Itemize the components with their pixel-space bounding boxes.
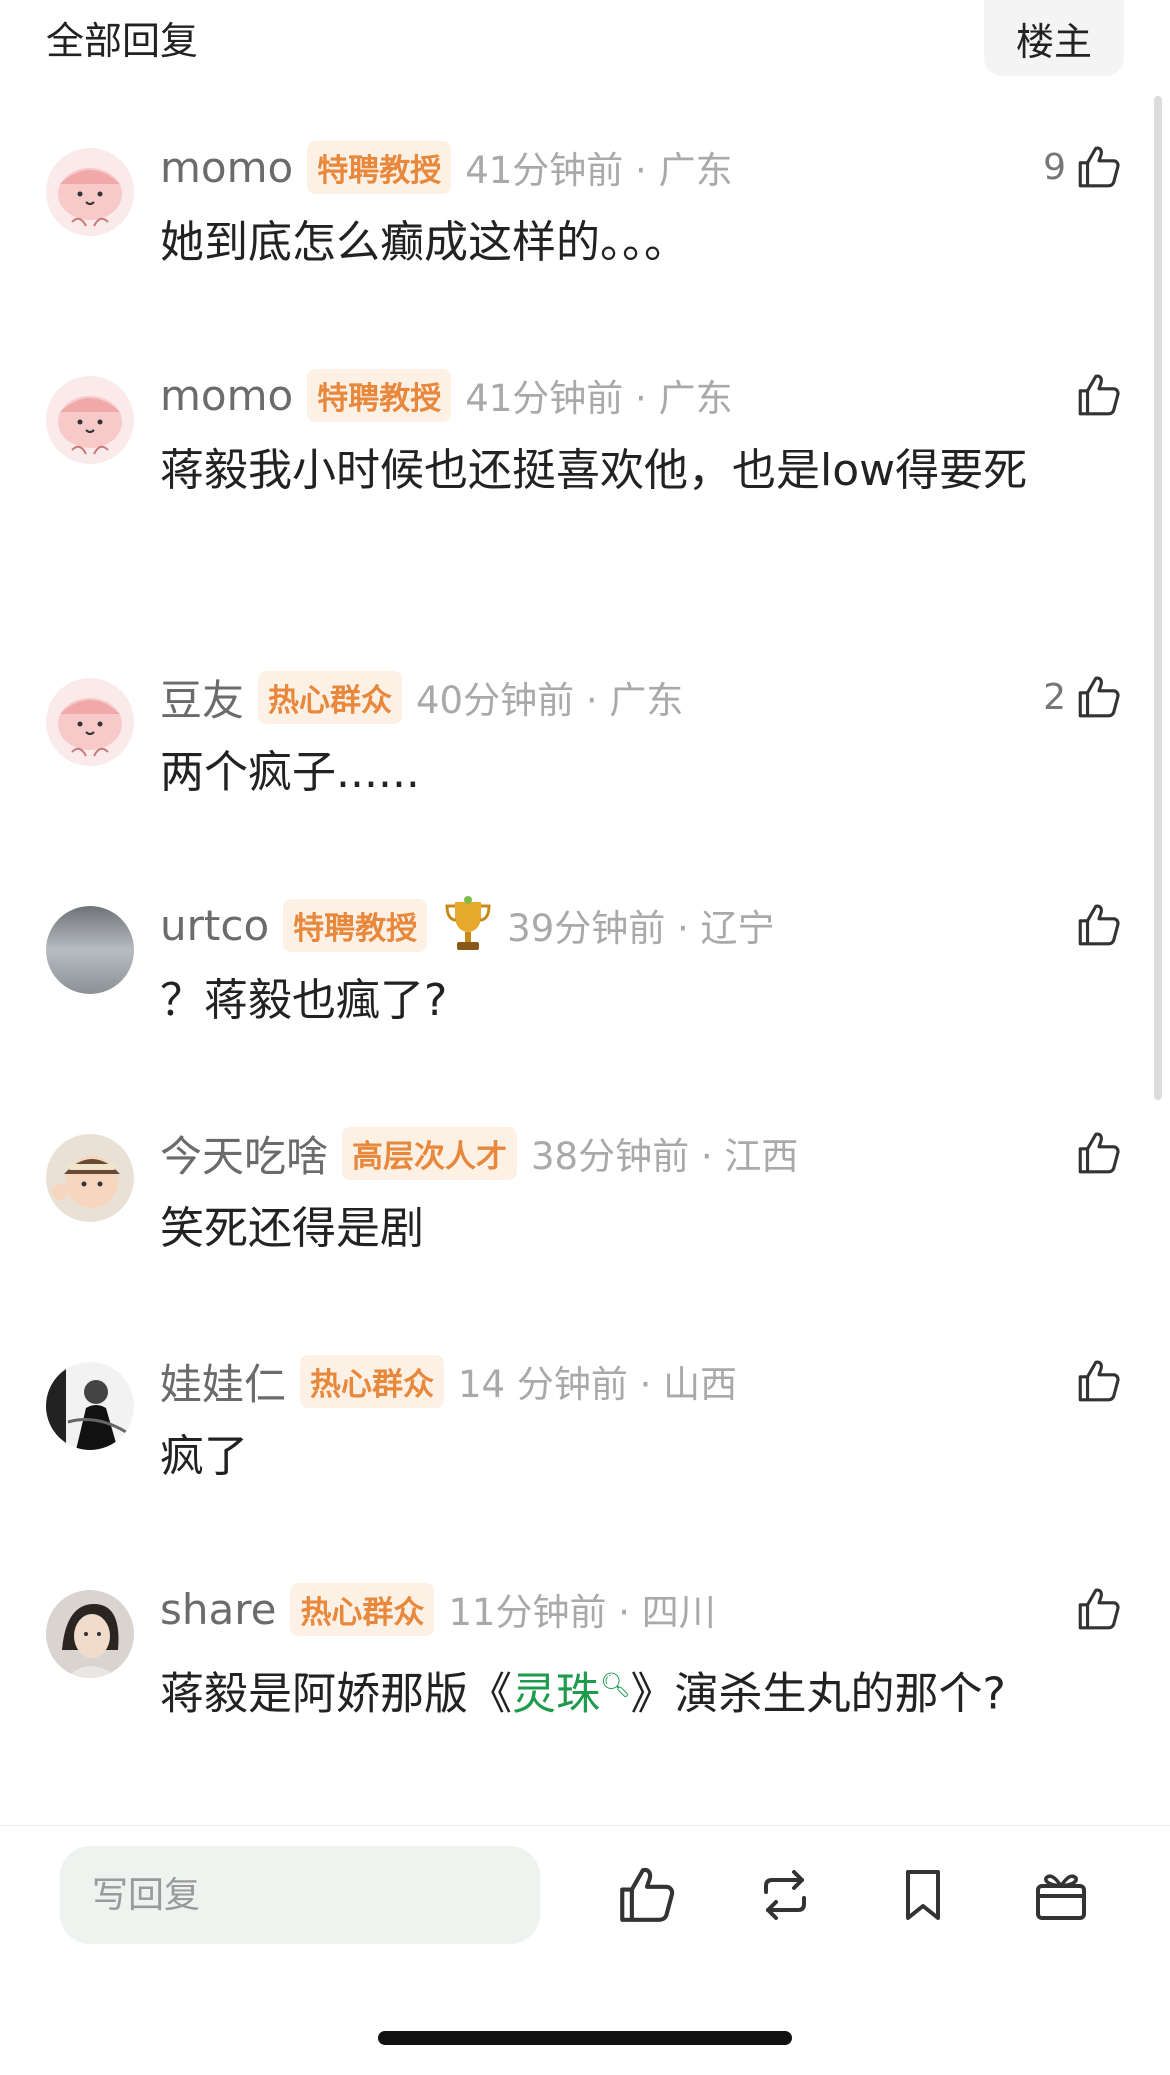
timestamp-location: 40分钟前 · 广东 [416,679,684,722]
comment-meta: momo 特聘教授 41分钟前 · 广东 [160,140,733,194]
username[interactable]: 豆友 [160,667,244,728]
comment-text: ？蒋毅也瘋了? [160,975,448,1026]
comment-text: 蒋毅是阿娇那版《灵珠🔍︎》演杀生丸的那个? [160,1650,1090,1730]
bottom-action-bar [0,1825,1170,2075]
comment-item: share 热心群众 11分钟前 · 四川 蒋毅是阿娇那版《灵珠🔍︎》演杀生丸的… [0,1582,1170,1810]
avatar[interactable] [46,148,134,236]
user-badge: 热心群众 [258,670,403,724]
comment-meta: urtco 特聘教授 39分钟前 · 辽宁 [160,896,775,952]
like-area[interactable] [1066,1582,1124,1636]
timestamp-location: 39分钟前 · 辽宁 [507,907,775,950]
like-area[interactable] [1066,368,1124,422]
home-indicator[interactable] [378,2031,792,2045]
avatar[interactable] [46,678,134,766]
comment-item: urtco 特聘教授 39分钟前 · 辽宁 ？蒋毅也瘋了? [0,896,1170,1126]
comment-meta: momo 特聘教授 41分钟前 · 广东 [160,368,733,422]
search-icon[interactable]: 🔍︎ [600,1671,630,1699]
comment-meta: share 热心群众 11分钟前 · 四川 [160,1582,716,1636]
avatar[interactable] [46,906,134,994]
reply-input[interactable] [60,1846,540,1944]
timestamp-location: 41分钟前 · 广东 [465,149,733,192]
repost-icon[interactable] [752,1862,818,1928]
comment-list: momo 特聘教授 41分钟前 · 广东 9 她到底怎么癫成这样的。。。 mom… [0,140,1170,1825]
comment-text: 蒋毅我小时候也还挺喜欢他，也是low得要死 [160,445,1028,496]
avatar[interactable] [46,1134,134,1222]
timestamp-location: 11分钟前 · 四川 [448,1591,716,1634]
user-badge: 特聘教授 [283,898,428,952]
like-icon[interactable] [1074,672,1124,722]
avatar[interactable] [46,1590,134,1678]
like-icon[interactable] [1074,900,1124,950]
like-area[interactable]: 9 [1043,140,1124,194]
op-only-button[interactable]: 楼主 [984,0,1124,76]
like-icon[interactable] [1074,1356,1124,1406]
like-icon[interactable] [1074,142,1124,192]
user-badge: 高层次人才 [342,1126,518,1180]
comment-item: 豆友 热心群众 40分钟前 · 广东 2 两个疯子...... [0,670,1170,898]
bookmark-icon[interactable] [890,1862,956,1928]
like-count: 9 [1043,146,1066,188]
comment-item: momo 特聘教授 41分钟前 · 广东 9 她到底怎么癫成这样的。。。 [0,140,1170,368]
timestamp-location: 14 分钟前 · 山西 [458,1363,738,1406]
comment-text-after: 》演杀生丸的那个? [630,1668,1006,1720]
comment-meta: 娃娃仁 热心群众 14 分钟前 · 山西 [160,1354,738,1409]
avatar[interactable] [46,376,134,464]
comment-text: 两个疯子...... [160,747,420,798]
username[interactable]: 娃娃仁 [160,1351,286,1412]
timestamp-location: 38分钟前 · 江西 [531,1135,799,1178]
trophy-icon [445,896,491,950]
avatar[interactable] [46,1362,134,1450]
comment-text: 疯了 [160,1431,248,1482]
like-count: 2 [1043,676,1066,718]
username[interactable]: share [160,1585,276,1634]
username[interactable]: momo [160,371,293,420]
username[interactable]: urtco [160,901,269,950]
user-badge: 热心群众 [290,1582,435,1636]
timestamp-location: 41分钟前 · 广东 [465,377,733,420]
comment-item: momo 特聘教授 41分钟前 · 广东 蒋毅我小时候也还挺喜欢他，也是low得… [0,368,1170,670]
username[interactable]: momo [160,143,293,192]
like-area[interactable] [1066,1126,1124,1180]
gift-icon[interactable] [1028,1862,1094,1928]
username[interactable]: 今天吃啥 [160,1123,328,1184]
comment-text: 笑死还得是剧 [160,1203,424,1254]
user-badge: 特聘教授 [307,140,452,194]
like-icon[interactable] [1074,370,1124,420]
comment-item: 娃娃仁 热心群众 14 分钟前 · 山西 疯了 [0,1354,1170,1582]
comment-text: 她到底怎么癫成这样的。。。 [160,217,688,268]
topic-link[interactable]: 灵珠 [512,1669,600,1720]
user-badge: 特聘教授 [307,368,452,422]
page-title: 全部回复 [46,19,199,63]
like-icon[interactable] [614,1862,680,1928]
header: 全部回复 楼主 [0,0,1170,80]
like-area[interactable] [1066,898,1124,952]
like-icon[interactable] [1074,1128,1124,1178]
user-badge: 热心群众 [300,1354,445,1408]
comment-meta: 豆友 热心群众 40分钟前 · 广东 [160,670,684,725]
like-area[interactable]: 2 [1043,670,1124,724]
like-area[interactable] [1066,1354,1124,1408]
like-icon[interactable] [1074,1584,1124,1634]
comment-text-before: 蒋毅是阿娇那版《 [160,1668,512,1720]
comment-meta: 今天吃啥 高层次人才 38分钟前 · 江西 [160,1126,799,1181]
comment-item: 今天吃啥 高层次人才 38分钟前 · 江西 笑死还得是剧 [0,1126,1170,1354]
